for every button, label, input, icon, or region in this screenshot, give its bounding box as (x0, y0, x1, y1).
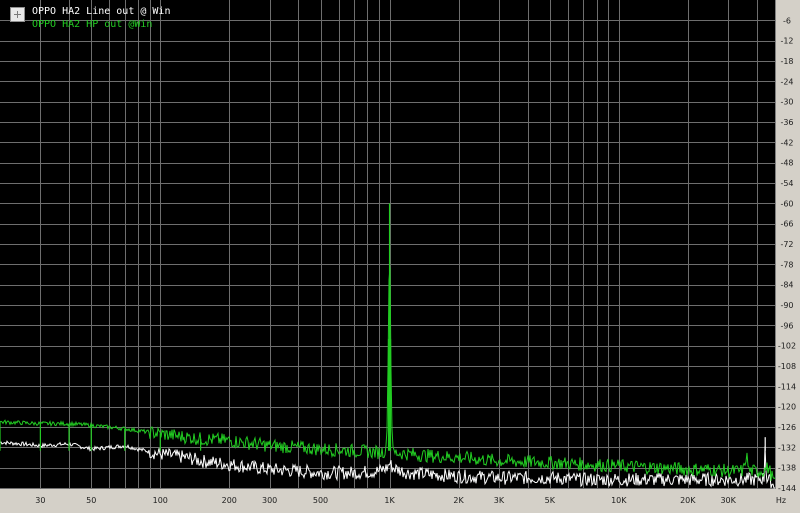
y-tick-label: -48 (780, 159, 793, 168)
x-unit-label: Hz (776, 496, 786, 505)
y-tick-label: -144 (778, 484, 796, 493)
analyzer-window: -6 -12 -18 -24 -30 -36 -42 -48 -54 -60 -66 -72 -78 -8… (0, 0, 800, 513)
x-tick-label: 200 (222, 496, 237, 505)
y-tick-label: -120 (778, 403, 796, 412)
legend-entry-hp-out[interactable]: OPPO HA2 HP out @Win (32, 18, 170, 31)
y-tick-label: -138 (778, 464, 796, 473)
x-tick-label: 100 (153, 496, 168, 505)
y-tick-label: -66 (780, 220, 793, 229)
series-line-out (0, 440, 775, 489)
y-tick-label: -18 (780, 57, 793, 66)
y-tick-label: -36 (780, 118, 793, 127)
y-tick-label: -84 (780, 281, 793, 290)
y-tick-label: -54 (780, 179, 793, 188)
spectrum-chart: -6 -12 -18 -24 -30 -36 -42 -48 -54 -60 -66 -72 -78 -8… (0, 0, 796, 505)
y-tick-label: -78 (780, 260, 793, 269)
x-tick-label: 10K (611, 496, 627, 505)
y-tick-label: -96 (780, 321, 793, 330)
y-tick-label: -42 (780, 138, 793, 147)
y-tick-label: -132 (778, 443, 796, 452)
x-tick-label: 5K (545, 496, 556, 505)
x-tick-label: 30 (35, 496, 45, 505)
legend-entry-line-out[interactable]: OPPO HA2 Line out @ Win (32, 5, 170, 18)
y-tick-label: -108 (778, 362, 796, 371)
x-tick-label: 20K (680, 496, 696, 505)
series-hp-out (0, 267, 776, 481)
x-tick-label: 1K (384, 496, 395, 505)
x-tick-label: 30K (720, 496, 736, 505)
legend: OPPO HA2 Line out @ Win OPPO HA2 HP out … (10, 5, 170, 31)
y-tick-label: -126 (778, 423, 796, 432)
x-tick-label: 300 (262, 496, 277, 505)
x-tick-label: 3K (494, 496, 505, 505)
y-tick-label: -12 (780, 37, 793, 46)
y-tick-label: -30 (780, 98, 793, 107)
y-tick-label: -90 (780, 301, 793, 310)
y-tick-label: -60 (780, 199, 793, 208)
y-tick-label: -6 (783, 16, 791, 25)
legend-toggle-icon[interactable] (10, 7, 25, 22)
y-tick-label: -24 (780, 77, 793, 86)
y-tick-label: -114 (778, 382, 796, 391)
y-tick-label: -72 (780, 240, 793, 249)
x-tick-label: 500 (313, 496, 328, 505)
x-tick-label: 50 (86, 496, 96, 505)
y-tick-label: -102 (778, 342, 796, 351)
x-tick-label: 2K (453, 496, 464, 505)
